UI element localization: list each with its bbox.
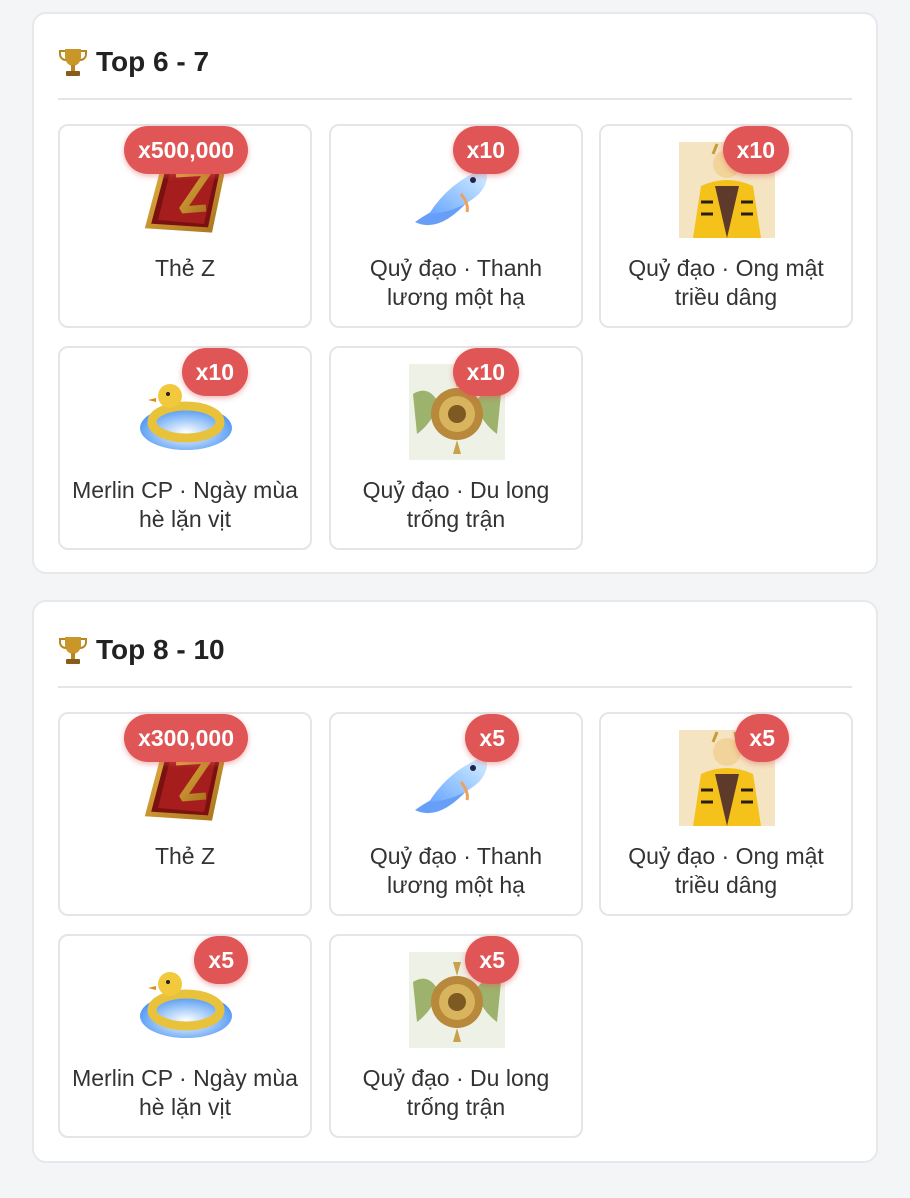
quantity-badge: x500,000	[124, 126, 248, 174]
reward-name: Quỷ đạo · Ong mật triều dâng	[628, 843, 824, 898]
quantity-badge: x5	[465, 714, 519, 762]
trophy-icon	[58, 46, 88, 78]
quantity-badge: x10	[722, 126, 789, 174]
reward-name: Merlin CP · Ngày mùa hè lặn vịt	[72, 477, 298, 532]
section-title: Top 6 - 7	[58, 44, 209, 80]
quantity-badge: x5	[735, 714, 789, 762]
reward-name: Quỷ đạo · Thanh lương một hạ	[369, 255, 543, 310]
reward-name: Quỷ đạo · Du long trống trận	[362, 1065, 550, 1120]
section-title-text: Top 6 - 7	[96, 46, 210, 77]
trophy-icon	[58, 634, 88, 666]
reward-name: Quỷ đạo · Thanh lương một hạ	[369, 843, 543, 898]
reward-card-bee-character[interactable]: x5 Quỷ đạo · Ong mật triều dâng	[599, 712, 853, 916]
quantity-badge: x5	[194, 936, 248, 984]
section-title: Top 8 - 10	[58, 632, 225, 668]
reward-card-duck-float[interactable]: x10 Merlin CP · Ngày mùa hè lặn vịt	[58, 346, 312, 550]
reward-name: Quỷ đạo · Ong mật triều dâng	[628, 255, 824, 310]
reward-card-fish-trail[interactable]: x10 Quỷ đạo · Thanh lương một hạ	[329, 124, 583, 328]
reward-name: Merlin CP · Ngày mùa hè lặn vịt	[72, 1065, 298, 1120]
reward-name: Quỷ đạo · Du long trống trận	[362, 477, 550, 532]
reward-card-duck-float[interactable]: x5 Merlin CP · Ngày mùa hè lặn vịt	[58, 934, 312, 1138]
reward-card-z-card[interactable]: x500,000 Thẻ Z	[58, 124, 312, 328]
divider	[58, 98, 852, 100]
quantity-badge: x10	[452, 348, 519, 396]
reward-card-fish-trail[interactable]: x5 Quỷ đạo · Thanh lương một hạ	[329, 712, 583, 916]
reward-card-z-card[interactable]: x300,000 Thẻ Z	[58, 712, 312, 916]
reward-section-top-8-10: Top 8 - 10 x300,000 Thẻ Z x5 Quỷ đạo · T…	[32, 600, 878, 1163]
reward-card-dragon-drum[interactable]: x5 Quỷ đạo · Du long trống trận	[329, 934, 583, 1138]
quantity-badge: x300,000	[124, 714, 248, 762]
quantity-badge: x10	[181, 348, 248, 396]
quantity-badge: x10	[452, 126, 519, 174]
reward-card-bee-character[interactable]: x10 Quỷ đạo · Ong mật triều dâng	[599, 124, 853, 328]
reward-name: Thẻ Z	[154, 255, 216, 281]
reward-section-top-6-7: Top 6 - 7 x500,000 Thẻ Z x10 Quỷ đạo · T…	[32, 12, 878, 574]
reward-card-dragon-drum[interactable]: x10 Quỷ đạo · Du long trống trận	[329, 346, 583, 550]
quantity-badge: x5	[465, 936, 519, 984]
section-title-text: Top 8 - 10	[96, 634, 225, 665]
reward-name: Thẻ Z	[154, 843, 216, 869]
divider	[58, 686, 852, 688]
